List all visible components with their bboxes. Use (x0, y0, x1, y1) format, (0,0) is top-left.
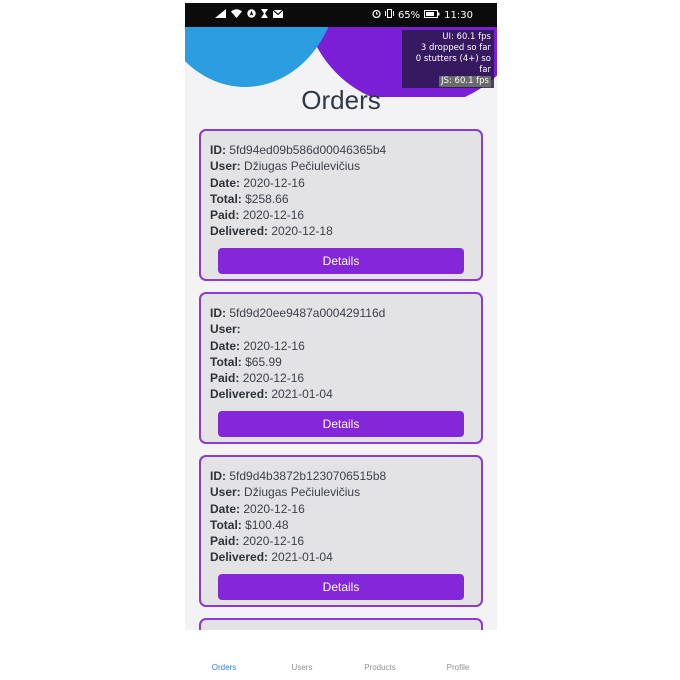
page-title: Orders (301, 85, 381, 115)
order-paid-value: 2020-12-16 (242, 208, 305, 223)
blue-blob (185, 27, 340, 87)
order-date-row: Date: 2020-12-16 (210, 338, 481, 354)
order-user-value: Džiugas Pečiulevičius (244, 159, 361, 174)
details-button[interactable]: Details (218, 411, 464, 437)
order-date-row: Date: 2020-12-16 (210, 175, 481, 191)
order-delivered-label: Delivered: (210, 224, 269, 239)
order-date-row: Date: 2020-12-16 (210, 501, 481, 517)
order-id-label: ID: (210, 143, 226, 157)
order-total-value: $100.48 (245, 517, 289, 532)
order-id-label: ID: (210, 469, 226, 483)
order-delivered-label: Delivered: (210, 387, 269, 402)
order-date-label: Date: (210, 338, 241, 353)
order-paid-row: Paid: 2020-12-16 (210, 207, 481, 223)
wifi-icon (231, 9, 242, 21)
mail-icon (272, 9, 284, 21)
order-id-row: ID: 5fd94ed09b586d00046365b4 (210, 142, 481, 158)
tab-orders[interactable]: Orders (185, 630, 263, 680)
order-delivered-row: Delivered: 2020-12-18 (210, 223, 481, 239)
order-id-row: ID: 5fd9d4b3872b1230706515b8 (210, 468, 481, 484)
orders-list[interactable]: ID: 5fd94ed09b586d00046365b4 User: Džiug… (199, 129, 483, 649)
order-total-row: Total: $258.66 (210, 191, 481, 207)
order-user-row: User: Džiugas Pečiulevičius (210, 158, 481, 174)
order-date-label: Date: (210, 501, 241, 516)
order-id-value: 5fd9d20ee9487a000429116d (229, 306, 386, 320)
order-date-value: 2020-12-16 (243, 338, 305, 353)
bottom-tab-bar: Orders Users Products Profile (185, 630, 497, 680)
order-delivered-value: 2020-12-18 (271, 224, 333, 239)
order-card: ID: 5fd9d4b3872b1230706515b8 User: Džiug… (199, 455, 483, 607)
tab-profile[interactable]: Profile (419, 630, 497, 680)
location-icon (247, 9, 256, 21)
order-id-label: ID: (210, 306, 226, 320)
order-delivered-label: Delivered: (210, 550, 269, 565)
order-paid-label: Paid: (210, 534, 240, 549)
order-paid-value: 2020-12-16 (242, 534, 305, 549)
battery-icon (424, 9, 440, 21)
tab-users[interactable]: Users (263, 630, 341, 680)
order-card: ID: 5fd9d20ee9487a000429116d User: Date:… (199, 292, 483, 444)
phone-screen: 65% 11:30 UI: 60.1 fps 3 dropped so far … (185, 3, 497, 680)
order-total-label: Total: (210, 191, 242, 206)
alarm-icon (372, 9, 381, 21)
order-user-label: User: (210, 322, 241, 337)
battery-percent: 65% (397, 9, 421, 21)
hourglass-icon (261, 9, 268, 21)
order-id-row: ID: 5fd9d20ee9487a000429116d (210, 305, 481, 321)
order-total-label: Total: (210, 517, 242, 532)
order-delivered-row: Delivered: 2021-01-04 (210, 549, 481, 565)
order-user-row: User: Džiugas Pečiulevičius (210, 484, 481, 500)
order-paid-label: Paid: (210, 208, 240, 223)
order-user-label: User: (210, 159, 241, 174)
order-card: ID: 5fd94ed09b586d00046365b4 User: Džiug… (199, 129, 483, 281)
order-user-label: User: (210, 485, 241, 500)
order-paid-row: Paid: 2020-12-16 (210, 370, 481, 386)
order-paid-row: Paid: 2020-12-16 (210, 533, 481, 549)
order-user-row: User: (210, 321, 481, 337)
perf-dropped: 3 dropped so far (420, 43, 491, 53)
order-total-row: Total: $100.48 (210, 517, 481, 533)
order-total-value: $65.99 (245, 354, 282, 369)
order-id-value: 5fd9d4b3872b1230706515b8 (229, 469, 387, 483)
order-date-label: Date: (210, 175, 241, 190)
order-paid-label: Paid: (210, 371, 240, 386)
order-date-value: 2020-12-16 (243, 175, 305, 190)
perf-js-fps: JS: 60.1 fps (439, 76, 491, 87)
status-right-icons: 65% 11:30 (372, 9, 473, 21)
order-delivered-value: 2021-01-04 (271, 550, 333, 565)
tab-products[interactable]: Products (341, 630, 419, 680)
order-date-value: 2020-12-16 (243, 501, 305, 516)
order-paid-value: 2020-12-16 (242, 371, 305, 386)
perf-ui-fps: UI: 60.1 fps (442, 32, 491, 42)
signal-icon (215, 9, 226, 21)
order-id-value: 5fd94ed09b586d00046365b4 (229, 143, 387, 157)
order-total-value: $258.66 (245, 191, 289, 206)
order-delivered-value: 2021-01-04 (271, 387, 333, 402)
status-bar: 65% 11:30 (185, 3, 497, 27)
perf-stutters: 0 stutters (4+) so far (415, 54, 491, 75)
perf-monitor-overlay[interactable]: UI: 60.1 fps 3 dropped so far 0 stutters… (402, 30, 494, 88)
details-button[interactable]: Details (218, 248, 464, 274)
vibrate-icon (384, 9, 394, 21)
status-left-icons (215, 9, 284, 21)
details-button[interactable]: Details (218, 574, 464, 600)
order-delivered-row: Delivered: 2021-01-04 (210, 386, 481, 402)
order-total-row: Total: $65.99 (210, 354, 481, 370)
order-user-value: Džiugas Pečiulevičius (244, 485, 361, 500)
status-time: 11:30 (444, 9, 473, 21)
order-total-label: Total: (210, 354, 242, 369)
